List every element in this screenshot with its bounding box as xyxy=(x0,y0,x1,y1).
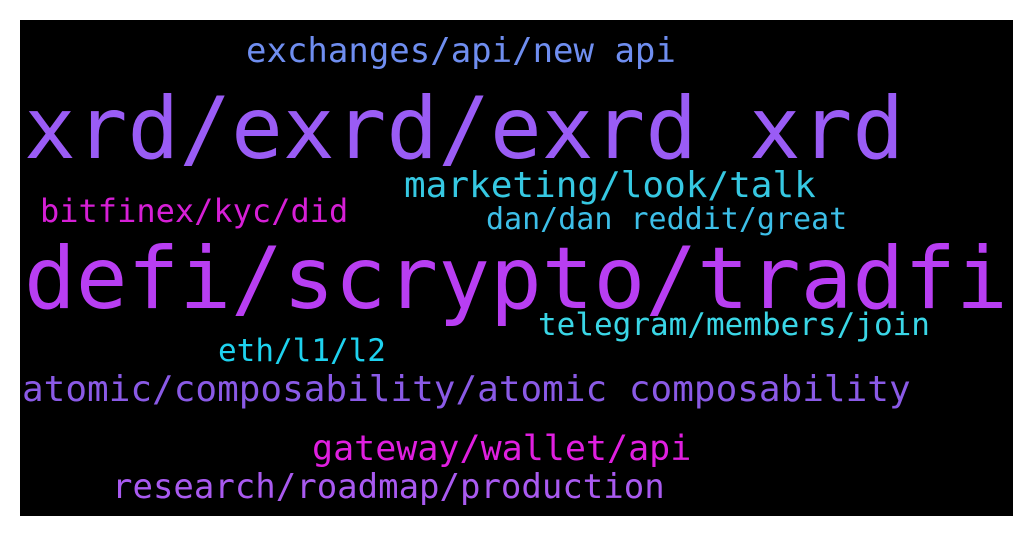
word-cloud: exchanges/api/new api xrd/exrd/exrd xrd … xyxy=(20,20,1013,516)
word-marketing: marketing/look/talk xyxy=(404,165,816,206)
word-atomic-composability: atomic/composability/atomic composabilit… xyxy=(22,369,911,410)
word-research-roadmap: research/roadmap/production xyxy=(112,467,665,507)
word-eth-l1-l2: eth/l1/l2 xyxy=(218,333,386,369)
word-gateway-wallet: gateway/wallet/api xyxy=(312,429,692,469)
word-xrd-exrd: xrd/exrd/exrd xrd xyxy=(24,79,905,179)
word-telegram: telegram/members/join xyxy=(538,307,930,343)
word-bitfinex: bitfinex/kyc/did xyxy=(40,192,349,230)
word-exchanges-api: exchanges/api/new api xyxy=(246,31,676,71)
